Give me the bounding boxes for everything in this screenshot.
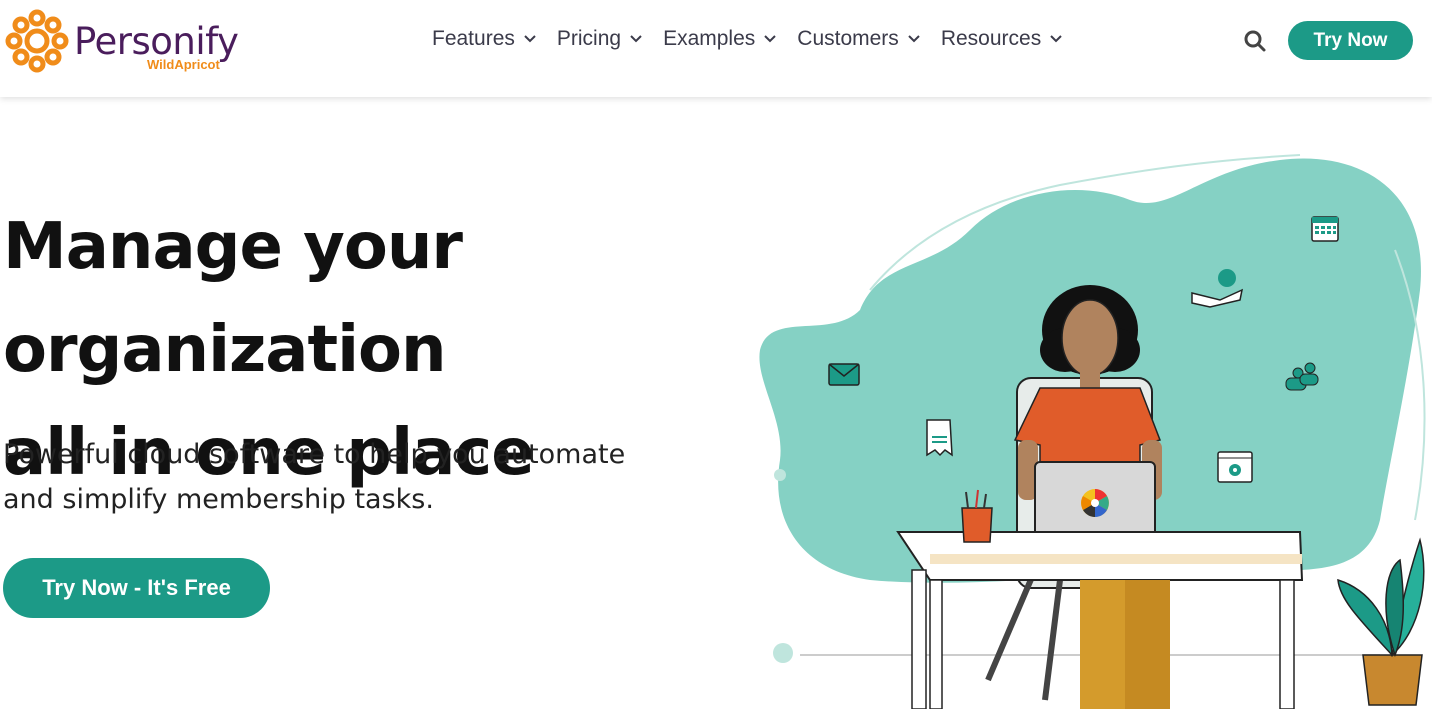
decor-dot (774, 469, 786, 481)
hero-illustration (759, 154, 1426, 709)
plant-pot (1362, 654, 1423, 706)
neck-shape (1080, 368, 1100, 388)
nav-item-features[interactable]: Features (432, 27, 537, 51)
nav-label: Examples (663, 27, 756, 50)
nav-label: Customers (797, 27, 899, 50)
nav-item-customers[interactable]: Customers (797, 27, 921, 51)
brand-subname: WildApricot (147, 57, 220, 72)
email-icon (828, 363, 860, 386)
face-shape (1061, 299, 1119, 377)
pants-shape (1125, 580, 1170, 709)
try-free-button[interactable]: Try Now - It's Free (3, 558, 270, 618)
chair-leg (1042, 579, 1063, 701)
nav-label: Features (432, 27, 515, 50)
chevron-down-icon (630, 35, 642, 43)
invoice-icon (926, 419, 953, 457)
search-icon[interactable] (1242, 28, 1268, 54)
nav-item-examples[interactable]: Examples (663, 27, 777, 51)
chevron-down-icon (908, 35, 920, 43)
chevron-down-icon (524, 35, 536, 43)
nav-label: Pricing (556, 27, 622, 50)
hero-subtitle-line2: and simplify membership tasks. (3, 484, 434, 515)
color-wheel-logo (1081, 489, 1109, 517)
nav-item-pricing[interactable]: Pricing (557, 27, 643, 51)
decor-dot (773, 643, 793, 663)
hero-subtitle: Powerful cloud software to help you auto… (3, 432, 643, 522)
hero-subtitle-line1: Powerful cloud software to help you auto… (3, 439, 626, 470)
main-nav: Features Pricing Examples Customers Reso… (432, 27, 1083, 51)
desk-leg (1279, 579, 1295, 709)
settings-window-icon (1217, 451, 1253, 483)
plant-leaf (1337, 578, 1393, 658)
calendar-icon (1311, 216, 1339, 242)
desk-leg (911, 569, 927, 709)
site-header: Personify WildApricot Features Pricing E… (0, 0, 1432, 97)
try-now-button[interactable]: Try Now (1288, 21, 1413, 60)
nav-item-resources[interactable]: Resources (941, 27, 1063, 51)
nav-label: Resources (940, 27, 1042, 50)
chair-leg (985, 568, 1038, 682)
desk-leg (929, 579, 943, 709)
pencil-cup (961, 507, 993, 543)
brand-logo[interactable]: Personify WildApricot (2, 6, 262, 76)
chevron-down-icon (1050, 35, 1062, 43)
pants-shape (1080, 580, 1125, 709)
sun-logo-icon (5, 9, 69, 73)
desk-stripe (930, 554, 1302, 564)
hero-title-line1: Manage your organization (3, 210, 463, 387)
chevron-down-icon (764, 35, 776, 43)
